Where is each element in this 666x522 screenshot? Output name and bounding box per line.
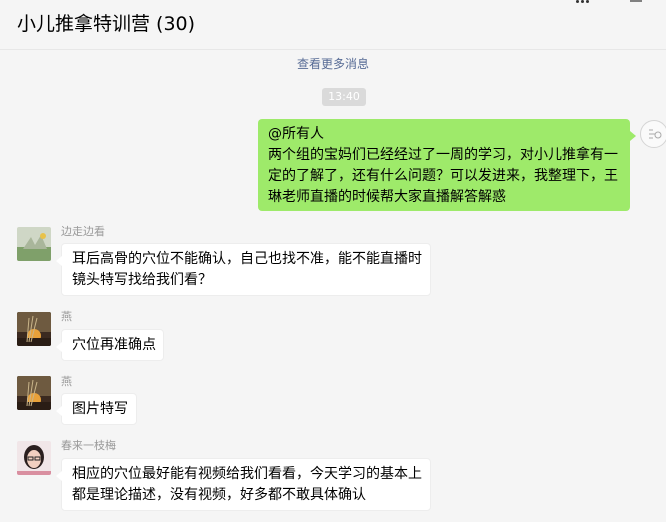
sender-name: 燕	[61, 310, 72, 323]
sender-name: 燕	[61, 375, 72, 388]
avatar[interactable]	[17, 312, 51, 346]
avatar[interactable]	[17, 227, 51, 261]
message-text: 图片特写	[72, 401, 128, 417]
message-text: 镜头特写找给我们看？	[72, 272, 212, 288]
message-bubble-other[interactable]: 图片特写	[56, 393, 137, 425]
more-options-icon[interactable]	[576, 0, 596, 6]
read-receipt-icon[interactable]	[640, 120, 666, 148]
person-avatar-icon	[17, 441, 51, 475]
message-bubble-other[interactable]: 相应的穴位最好能有视频给我们看看，今天学习的基本上 都是理论描述，没有视频，好多…	[56, 458, 431, 511]
message-text: @所有人	[268, 126, 324, 142]
message-text: 琳老师直播的时候帮大家直播解答解惑	[268, 189, 506, 205]
sunset-avatar-icon	[17, 312, 51, 346]
message-text: 都是理论描述，没有视频，好多都不敢具体确认	[72, 487, 366, 503]
message-text: 穴位再准确点	[72, 337, 156, 353]
landscape-avatar-icon	[17, 227, 51, 261]
minimize-icon[interactable]	[628, 0, 644, 4]
sender-name: 边走边看	[61, 225, 105, 238]
message-text: 耳后高骨的穴位不能确认，自己也找不准，能不能直播时	[72, 251, 422, 267]
chat-header: 小儿推拿特训营 (30)	[0, 0, 666, 50]
avatar[interactable]	[17, 441, 51, 475]
message-bubble-other[interactable]: 穴位再准确点	[56, 329, 164, 361]
message-bubble-self[interactable]: @所有人 两个组的宝妈们已经经过了一周的学习，对小儿推拿有一 定的了解了，还有什…	[258, 119, 636, 211]
message-text: 定的了解了，还有什么问题？可以发进来，我整理下，王	[268, 168, 618, 184]
timestamp: 13:40	[322, 88, 366, 106]
message-text: 两个组的宝妈们已经经过了一周的学习，对小儿推拿有一	[268, 147, 618, 163]
message-text: 相应的穴位最好能有视频给我们看看，今天学习的基本上	[72, 466, 422, 482]
avatar[interactable]	[17, 376, 51, 410]
chat-title: 小儿推拿特训营 (30)	[17, 13, 196, 35]
sender-name: 春来一枝梅	[61, 439, 116, 452]
sunset-avatar-icon	[17, 376, 51, 410]
message-bubble-other[interactable]: 耳后高骨的穴位不能确认，自己也找不准，能不能直播时 镜头特写找给我们看？	[56, 243, 431, 296]
load-more-link[interactable]: 查看更多消息	[0, 55, 666, 72]
